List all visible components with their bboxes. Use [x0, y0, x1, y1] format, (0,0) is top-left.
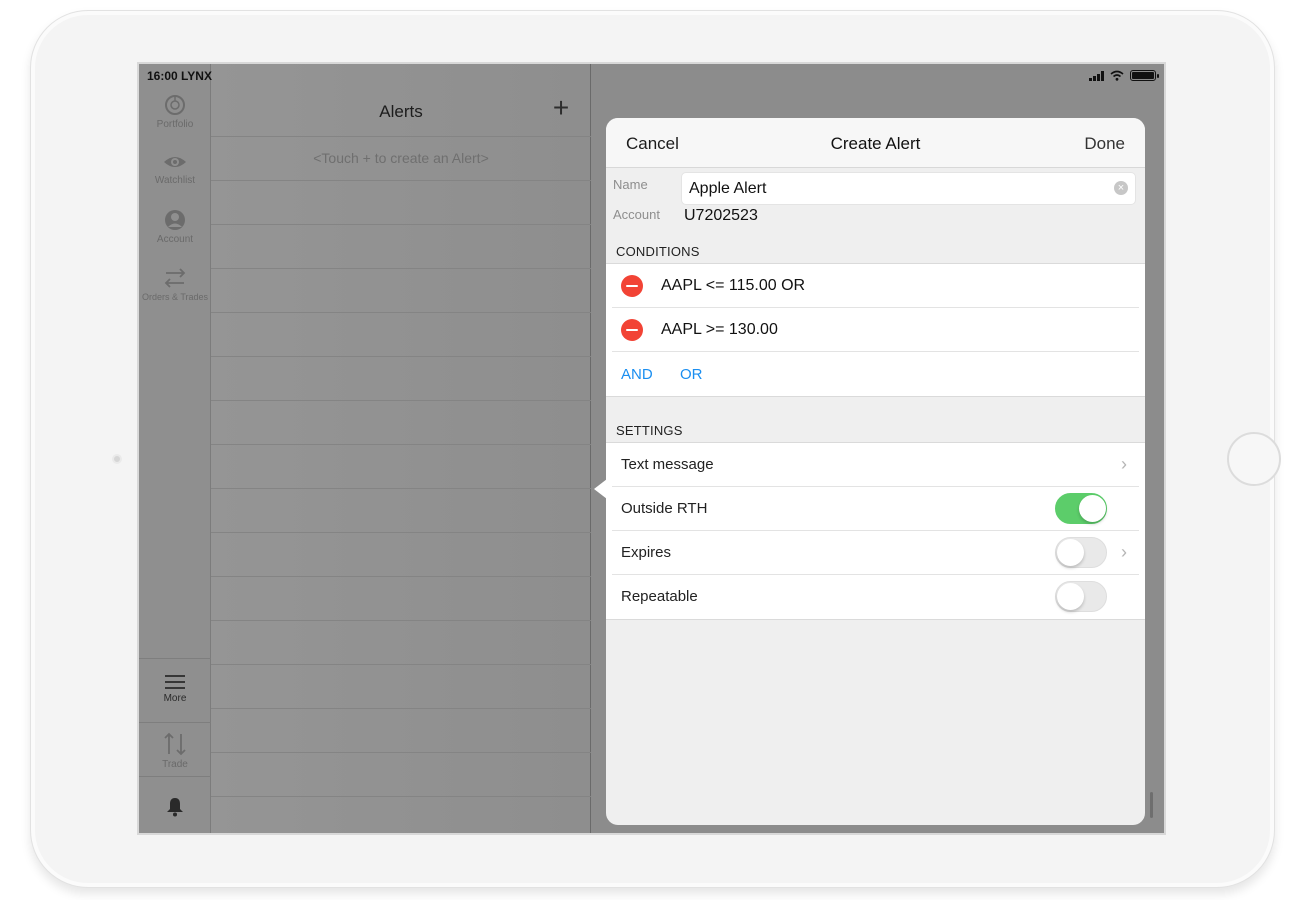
setting-label: Expires [621, 544, 672, 561]
settings-header: SETTINGS [616, 423, 683, 438]
name-label: Name [613, 177, 648, 192]
signal-icon [1089, 70, 1104, 81]
add-condition-row: AND OR [612, 352, 1139, 396]
divider [211, 268, 591, 269]
divider [211, 752, 591, 753]
status-bar: 16:00 LYNX [139, 64, 1164, 86]
dialog-header: Cancel Create Alert Done [606, 118, 1145, 168]
status-icons [1089, 70, 1159, 81]
menu-icon [165, 675, 185, 689]
or-button[interactable]: OR [680, 366, 703, 383]
account-value: U7202523 [684, 207, 758, 224]
bell-icon [167, 798, 183, 817]
screen: Portfolio Watchlist Account Orders & Tra… [137, 62, 1166, 835]
sidebar-divider [139, 722, 211, 723]
alerts-panel: Alerts + <Touch + to create an Alert> [211, 64, 591, 833]
sidebar-item-label: Orders & Trades [141, 292, 209, 302]
divider [211, 312, 591, 313]
divider [211, 664, 591, 665]
outside-rth-toggle[interactable] [1055, 493, 1107, 524]
divider [211, 488, 591, 489]
condition-row: AAPL >= 130.00 [612, 308, 1139, 352]
camera-icon [112, 454, 122, 464]
sidebar-item-label: Account [156, 234, 194, 245]
status-carrier: LYNX [181, 69, 212, 83]
done-button[interactable]: Done [1084, 134, 1125, 154]
arrows-icon [164, 268, 186, 288]
status-time: 16:00 [147, 69, 178, 83]
condition-text: AAPL <= 115.00 OR [661, 277, 806, 294]
add-alert-button[interactable]: + [548, 94, 574, 122]
sidebar-divider [139, 776, 211, 777]
repeatable-toggle[interactable] [1055, 581, 1107, 612]
sidebar-divider [139, 658, 211, 659]
wifi-icon [1110, 70, 1124, 81]
eye-icon [164, 157, 186, 167]
divider [211, 180, 591, 181]
battery-icon [1130, 70, 1159, 81]
divider [211, 400, 591, 401]
sidebar-item-trade[interactable]: Trade [139, 732, 211, 770]
delete-condition-button[interactable] [621, 319, 643, 341]
divider [211, 532, 591, 533]
scroll-indicator [1150, 792, 1153, 818]
portfolio-icon [165, 95, 185, 115]
alert-name-input[interactable] [681, 172, 1136, 205]
alerts-empty-hint: <Touch + to create an Alert> [313, 150, 489, 166]
and-button[interactable]: AND [621, 366, 653, 383]
sidebar-item-watchlist[interactable]: Watchlist [139, 152, 211, 186]
setting-label: Outside RTH [621, 500, 708, 517]
settings-list: Text message › Outside RTH Expires › Rep… [606, 442, 1145, 620]
divider [211, 444, 591, 445]
chevron-right-icon: › [1121, 542, 1127, 562]
sidebar-item-label: Portfolio [156, 119, 194, 130]
trade-arrows-icon [164, 732, 186, 756]
sidebar-item-label: Trade [162, 759, 188, 770]
conditions-list: AAPL <= 115.00 OR AAPL >= 130.00 AND OR [606, 263, 1145, 397]
sidebar-item-label: More [163, 693, 187, 704]
divider [211, 708, 591, 709]
divider [211, 576, 591, 577]
sidebar-item-alerts[interactable] [139, 797, 211, 817]
setting-label: Repeatable [621, 588, 698, 605]
sidebar-item-orders-trades[interactable]: Orders & Trades [139, 267, 211, 302]
setting-row-outside-rth: Outside RTH [612, 487, 1139, 531]
alerts-title: Alerts [379, 102, 423, 121]
clear-text-icon[interactable]: × [1114, 181, 1128, 195]
delete-condition-button[interactable] [621, 275, 643, 297]
dialog-title: Create Alert [830, 134, 921, 153]
sidebar-item-label: Watchlist [154, 175, 196, 186]
sidebar-item-account[interactable]: Account [139, 209, 211, 245]
setting-label: Text message [621, 456, 714, 473]
divider [211, 136, 591, 137]
expires-toggle[interactable] [1055, 537, 1107, 568]
sidebar-item-portfolio[interactable]: Portfolio [139, 94, 211, 130]
person-icon [165, 210, 185, 230]
condition-row: AAPL <= 115.00 OR [612, 264, 1139, 308]
home-button[interactable] [1227, 432, 1281, 486]
setting-row-expires[interactable]: Expires › [612, 531, 1139, 575]
setting-row-text-message[interactable]: Text message › [612, 443, 1139, 487]
condition-text: AAPL >= 130.00 [661, 321, 778, 338]
create-alert-dialog: Cancel Create Alert Done Name × Account … [606, 118, 1145, 825]
sidebar-item-more[interactable]: More [139, 674, 211, 704]
divider [211, 620, 591, 621]
sidebar: Portfolio Watchlist Account Orders & Tra… [139, 64, 211, 833]
account-label: Account [613, 207, 660, 222]
status-time-carrier: 16:00 LYNX [147, 69, 212, 83]
divider [211, 796, 591, 797]
divider [211, 224, 591, 225]
chevron-right-icon: › [1121, 454, 1127, 474]
setting-row-repeatable: Repeatable [612, 575, 1139, 619]
divider [211, 356, 591, 357]
conditions-header: CONDITIONS [616, 244, 700, 259]
